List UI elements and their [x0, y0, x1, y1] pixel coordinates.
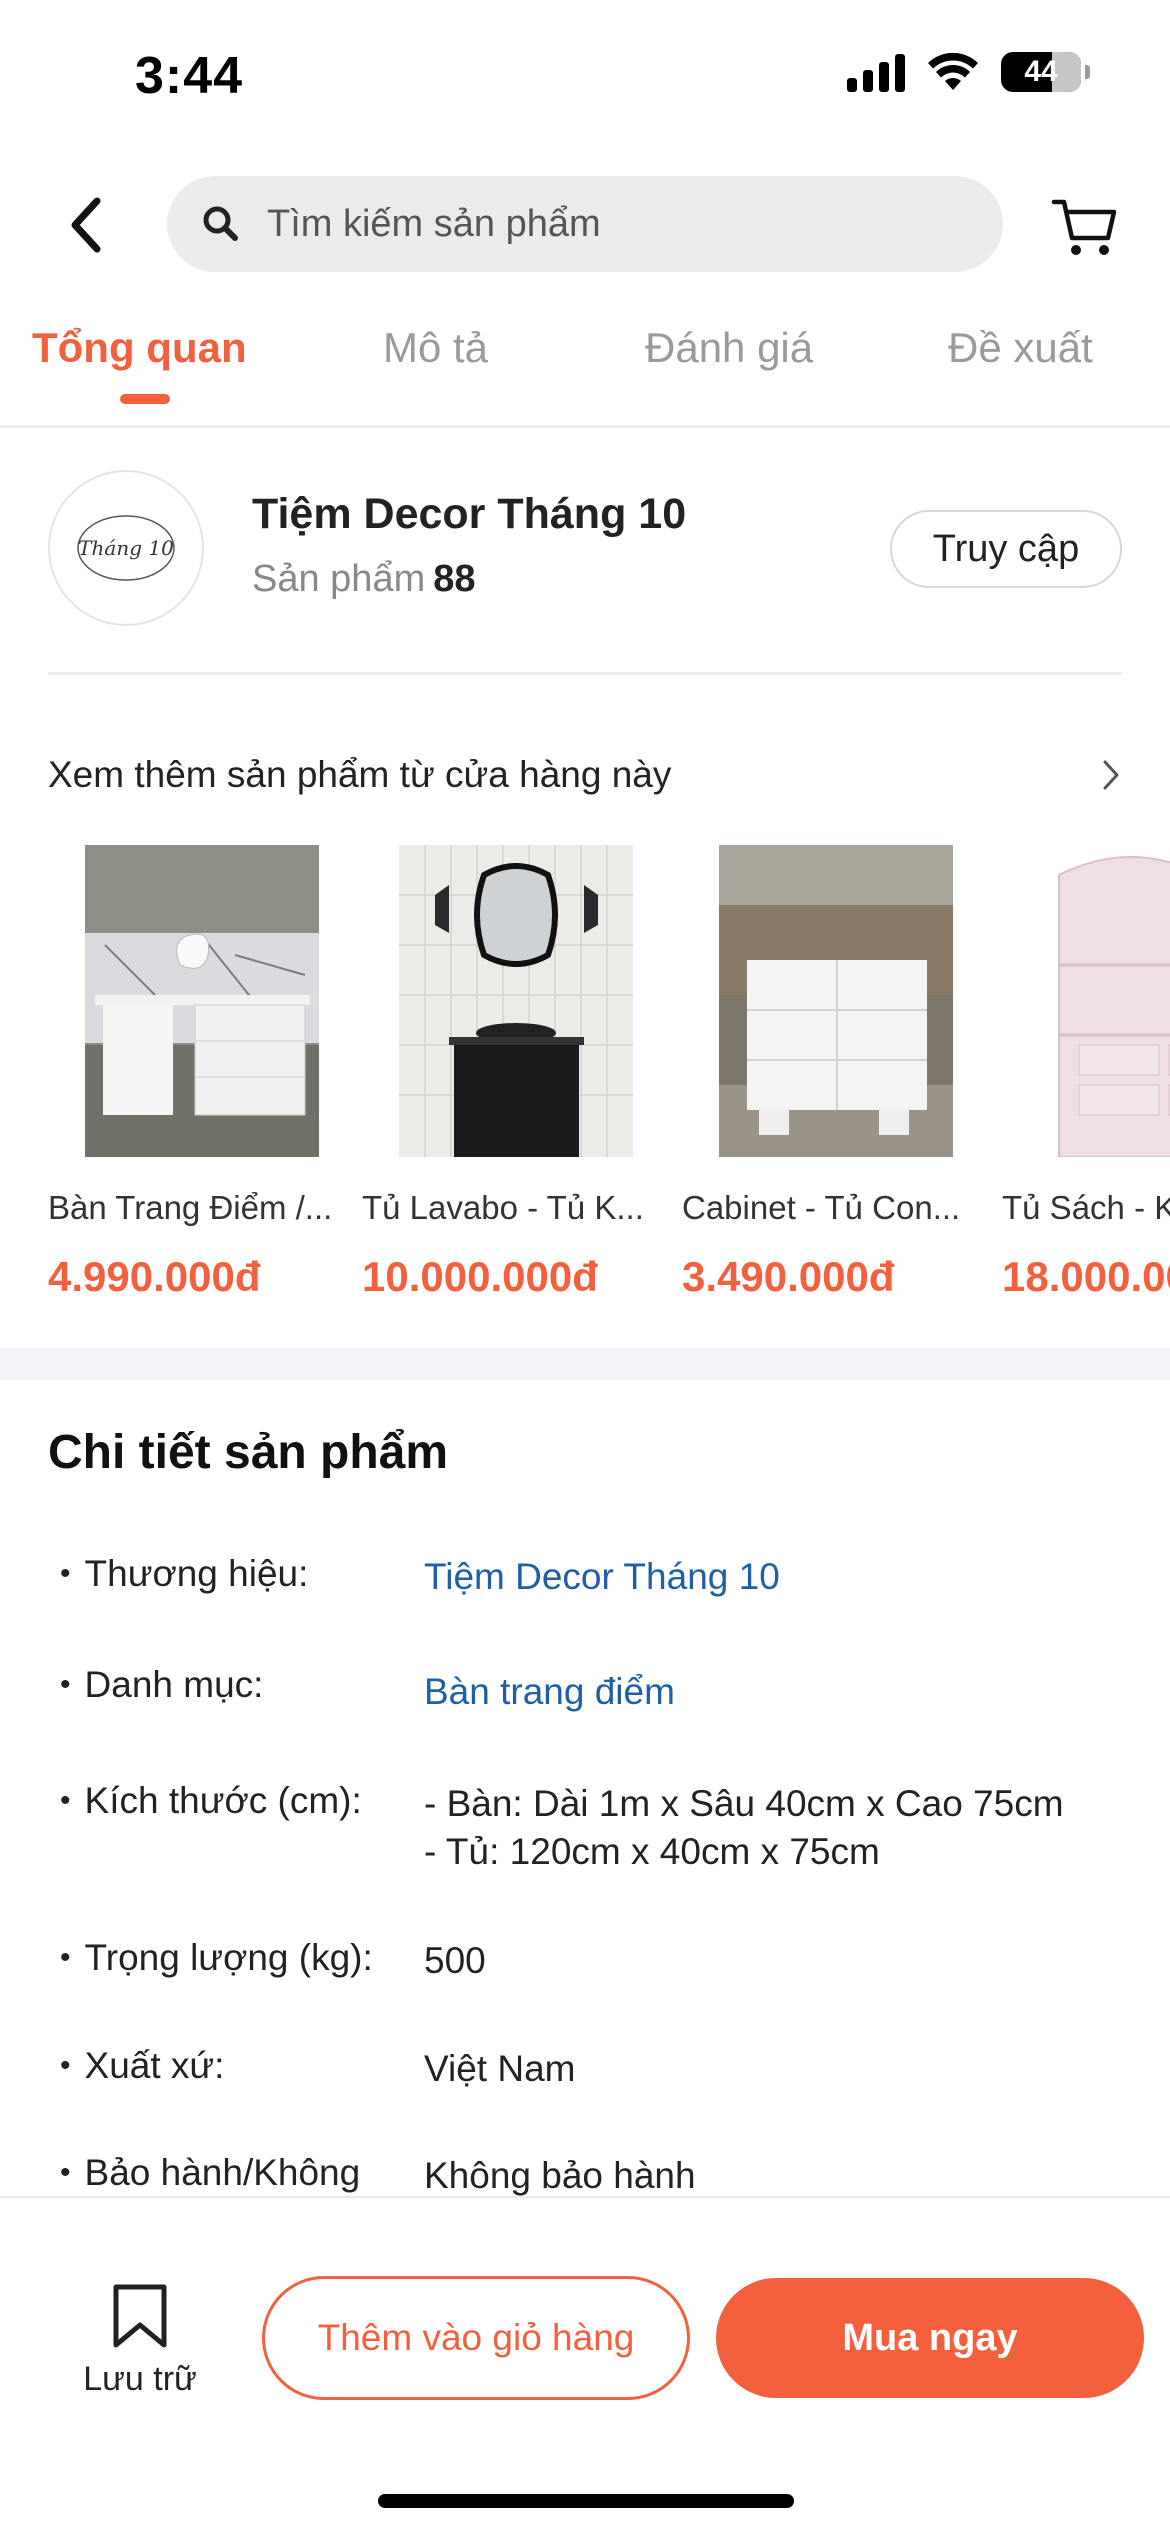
visit-shop-button[interactable]: Truy cập [890, 510, 1122, 588]
product-image [1039, 845, 1170, 1157]
product-card[interactable]: Cabinet - Tủ Con... 3.490.000đ [682, 845, 982, 1301]
shop-logo[interactable]: Tháng 10 [48, 470, 204, 626]
spec-value: - Tủ: 120cm x 40cm x 75cm [424, 1831, 880, 1872]
product-image [85, 845, 319, 1157]
spec-value: 500 [424, 1940, 486, 1981]
spec-value-link[interactable]: Bàn trang điểm [424, 1668, 675, 1716]
save-label: Lưu trữ [83, 2360, 197, 2398]
search-icon [203, 206, 238, 241]
search-placeholder: Tìm kiếm sản phẩm [267, 202, 601, 245]
more-products-list: Bàn Trang Điểm /... 4.990.000đ Tủ Lavabo… [0, 845, 1170, 1305]
product-name: Tủ Sách - Kệ Sách [1002, 1189, 1170, 1226]
details-title: Chi tiết sản phẩm [48, 1426, 449, 1479]
shop-name[interactable]: Tiệm Decor Tháng 10 [252, 490, 686, 539]
tab-description[interactable]: Mô tả [383, 324, 488, 372]
battery-icon: 44 [1001, 52, 1081, 92]
active-tab-indicator [120, 394, 170, 404]
home-indicator [378, 2494, 794, 2508]
more-products-title: Xem thêm sản phẩm từ cửa hàng này [48, 754, 672, 795]
product-image [399, 845, 633, 1157]
section-separator [0, 1348, 1170, 1380]
shop-product-count: Sản phẩm 88 [252, 558, 476, 601]
status-bar: 3:44 44 [0, 0, 1170, 150]
product-card[interactable]: Bàn Trang Điểm /... 4.990.000đ [48, 845, 348, 1301]
spec-value-link[interactable]: Tiệm Decor Tháng 10 [424, 1553, 780, 1601]
product-price: 3.490.000đ [682, 1253, 895, 1300]
product-price: 10.000.000đ [362, 1253, 598, 1300]
chevron-right-icon [1103, 760, 1119, 790]
buy-now-button[interactable]: Mua ngay [716, 2278, 1144, 2398]
tab-recommendations[interactable]: Đề xuất [948, 324, 1093, 372]
save-button[interactable]: Lưu trữ [70, 2283, 210, 2403]
wifi-icon [928, 52, 978, 90]
spec-key: Thương hiệu: [60, 1553, 309, 1595]
spec-value: Không bảo hành [424, 2155, 696, 2196]
spec-key: Xuất xứ: [60, 2045, 225, 2087]
back-button[interactable] [50, 190, 120, 260]
cart-button[interactable] [1050, 192, 1120, 262]
header: Tìm kiếm sản phẩm [0, 170, 1170, 280]
spec-value: - Bàn: Dài 1m x Sâu 40cm x Cao 75cm [424, 1783, 1064, 1824]
tab-reviews[interactable]: Đánh giá [645, 324, 813, 372]
product-card[interactable]: Tủ Sách - Kệ Sách 18.000.000đ [1002, 845, 1170, 1301]
cart-icon [1051, 199, 1117, 255]
shop-logo-text: Tháng 10 [78, 536, 174, 560]
shop-card: Tháng 10 Tiệm Decor Tháng 10 Sản phẩm 88 … [0, 430, 1170, 675]
status-icons: 44 [847, 52, 1090, 92]
spec-key: Danh mục: [60, 1664, 264, 1706]
tab-overview[interactable]: Tổng quan [32, 324, 247, 372]
add-to-cart-button[interactable]: Thêm vào giỏ hàng [262, 2276, 690, 2400]
chevron-left-icon [71, 197, 101, 253]
product-image [719, 845, 953, 1157]
shop-logo-mark: Tháng 10 [77, 515, 175, 581]
search-input[interactable]: Tìm kiếm sản phẩm [167, 176, 1003, 272]
shop-products-label: Sản phẩm [252, 558, 426, 600]
battery-level: 44 [1024, 55, 1058, 88]
spec-value: Việt Nam [424, 2048, 576, 2089]
spec-key: Bảo hành/Không [60, 2152, 361, 2194]
spec-key: Kích thước (cm): [60, 1780, 362, 1822]
product-name: Tủ Lavabo - Tủ K... [362, 1189, 644, 1226]
bottom-action-bar: Lưu trữ Thêm vào giỏ hàng Mua ngay [0, 2196, 1170, 2532]
cellular-signal-icon [847, 52, 905, 92]
product-name: Cabinet - Tủ Con... [682, 1189, 961, 1226]
product-name: Bàn Trang Điểm /... [48, 1189, 333, 1226]
battery-tip [1085, 65, 1090, 79]
shop-products-number: 88 [433, 558, 476, 600]
product-price: 4.990.000đ [48, 1253, 261, 1300]
product-card[interactable]: Tủ Lavabo - Tủ K... 10.000.000đ [362, 845, 662, 1301]
status-time: 3:44 [135, 47, 244, 105]
more-products-header[interactable]: Xem thêm sản phẩm từ cửa hàng này [48, 745, 1122, 805]
product-price: 18.000.000đ [1002, 1253, 1170, 1300]
spec-key: Trọng lượng (kg): [60, 1937, 373, 1979]
bookmark-icon [113, 2284, 167, 2348]
divider [48, 672, 1122, 675]
tab-bar: Tổng quan Mô tả Đánh giá Đề xuất [0, 310, 1170, 428]
